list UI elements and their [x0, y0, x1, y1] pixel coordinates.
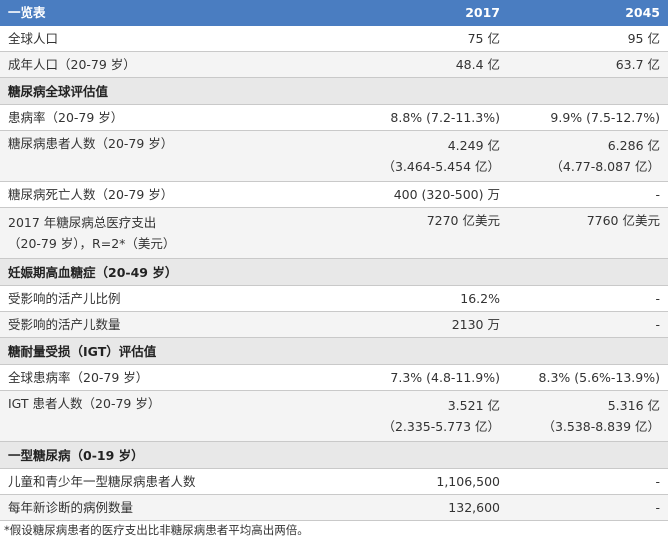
row-value-2045: 95 亿 — [508, 25, 668, 52]
row-value-2017: 400 (320-500) 万 — [368, 181, 508, 208]
row-value-2045: - — [508, 181, 668, 208]
row-value-2017: 1,106,500 — [368, 468, 508, 495]
header-title: 一览表 — [0, 0, 368, 26]
table-row: 全球人口 75 亿 95 亿 — [0, 25, 668, 52]
row-label: 患病率（20-79 岁） — [0, 104, 368, 131]
row-label-line1: 2017 年糖尿病总医疗支出 — [8, 215, 157, 230]
row-value-2017: 2130 万 — [368, 311, 508, 338]
row-label: 全球患病率（20-79 岁） — [0, 364, 368, 391]
row-label: 儿童和青少年一型糖尿病患者人数 — [0, 468, 368, 495]
section-title: 糖尿病全球评估值 — [0, 77, 668, 105]
row-value-2017-main: 3.521 亿 — [447, 398, 500, 413]
section-header-row: 糖尿病全球评估值 — [0, 77, 668, 105]
row-value-2017: 132,600 — [368, 494, 508, 521]
row-label: 受影响的活产儿数量 — [0, 311, 368, 338]
row-value-2045-main: 6.286 亿 — [607, 138, 660, 153]
section-header-row: 妊娠期高血糖症（20-49 岁） — [0, 258, 668, 286]
row-value-2017-range: （2.335-5.773 亿） — [382, 419, 500, 434]
row-value-2045-range: （3.538-8.839 亿） — [542, 419, 660, 434]
row-value-2045: 6.286 亿 （4.77-8.087 亿） — [508, 130, 668, 182]
row-label: 受影响的活产儿比例 — [0, 285, 368, 312]
row-value-2017: 4.249 亿 （3.464-5.454 亿） — [368, 130, 508, 182]
table-row: 每年新诊断的病例数量 132,600 - — [0, 494, 668, 521]
row-value-2045: 63.7 亿 — [508, 51, 668, 78]
section-title: 糖耐量受损（IGT）评估值 — [0, 337, 668, 365]
table-row: 糖尿病死亡人数（20-79 岁） 400 (320-500) 万 - — [0, 181, 668, 208]
row-label: 糖尿病患者人数（20-79 岁） — [0, 130, 368, 182]
table-row: 糖尿病患者人数（20-79 岁） 4.249 亿 （3.464-5.454 亿）… — [0, 130, 668, 182]
table-row: 成年人口（20-79 岁） 48.4 亿 63.7 亿 — [0, 51, 668, 78]
row-value-2017: 7270 亿美元 — [368, 207, 508, 259]
table-row: 2017 年糖尿病总医疗支出 （20-79 岁），R=2*（美元） 7270 亿… — [0, 207, 668, 259]
row-label: 全球人口 — [0, 25, 368, 52]
row-label: 糖尿病死亡人数（20-79 岁） — [0, 181, 368, 208]
row-value-2017: 3.521 亿 （2.335-5.773 亿） — [368, 390, 508, 442]
row-value-2017-main: 4.249 亿 — [447, 138, 500, 153]
row-value-2045: - — [508, 494, 668, 521]
table-row: 受影响的活产儿数量 2130 万 - — [0, 311, 668, 338]
section-header-row: 糖耐量受损（IGT）评估值 — [0, 337, 668, 365]
row-value-2045: 7760 亿美元 — [508, 207, 668, 259]
summary-table-page: 一览表 2017 2045 全球人口 75 亿 95 亿 成年人口（20-79 … — [0, 0, 670, 544]
row-value-2045: - — [508, 311, 668, 338]
row-value-2017: 8.8% (7.2-11.3%) — [368, 104, 508, 131]
summary-table: 一览表 2017 2045 全球人口 75 亿 95 亿 成年人口（20-79 … — [0, 0, 668, 521]
row-value-2045: 8.3% (5.6%-13.9%) — [508, 364, 668, 391]
row-value-2017: 75 亿 — [368, 25, 508, 52]
table-row: 受影响的活产儿比例 16.2% - — [0, 285, 668, 312]
row-label-line2: （20-79 岁），R=2*（美元） — [8, 236, 176, 251]
row-value-2017: 48.4 亿 — [368, 51, 508, 78]
row-label: 成年人口（20-79 岁） — [0, 51, 368, 78]
footnote: *假设糖尿病患者的医疗支出比非糖尿病患者平均高出两倍。 — [4, 523, 309, 537]
row-value-2017: 16.2% — [368, 285, 508, 312]
header-col-2017: 2017 — [368, 0, 508, 26]
row-value-2045: 9.9% (7.5-12.7%) — [508, 104, 668, 131]
table-row: 全球患病率（20-79 岁） 7.3% (4.8-11.9%) 8.3% (5.… — [0, 364, 668, 391]
row-value-2045: 5.316 亿 （3.538-8.839 亿） — [508, 390, 668, 442]
row-label: 2017 年糖尿病总医疗支出 （20-79 岁），R=2*（美元） — [0, 207, 368, 259]
table-row: IGT 患者人数（20-79 岁） 3.521 亿 （2.335-5.773 亿… — [0, 390, 668, 442]
row-value-2017-range: （3.464-5.454 亿） — [382, 159, 500, 174]
row-label: 每年新诊断的病例数量 — [0, 494, 368, 521]
header-col-2045: 2045 — [508, 0, 668, 26]
section-title: 妊娠期高血糖症（20-49 岁） — [0, 258, 668, 286]
table-row: 患病率（20-79 岁） 8.8% (7.2-11.3%) 9.9% (7.5-… — [0, 104, 668, 131]
row-value-2045-main: 5.316 亿 — [607, 398, 660, 413]
row-value-2045-range: （4.77-8.087 亿） — [550, 159, 660, 174]
row-value-2017: 7.3% (4.8-11.9%) — [368, 364, 508, 391]
section-title: 一型糖尿病（0-19 岁） — [0, 441, 668, 469]
row-label: IGT 患者人数（20-79 岁） — [0, 390, 368, 442]
table-header-row: 一览表 2017 2045 — [0, 0, 668, 26]
row-value-2045: - — [508, 285, 668, 312]
section-header-row: 一型糖尿病（0-19 岁） — [0, 441, 668, 469]
table-row: 儿童和青少年一型糖尿病患者人数 1,106,500 - — [0, 468, 668, 495]
row-value-2045: - — [508, 468, 668, 495]
